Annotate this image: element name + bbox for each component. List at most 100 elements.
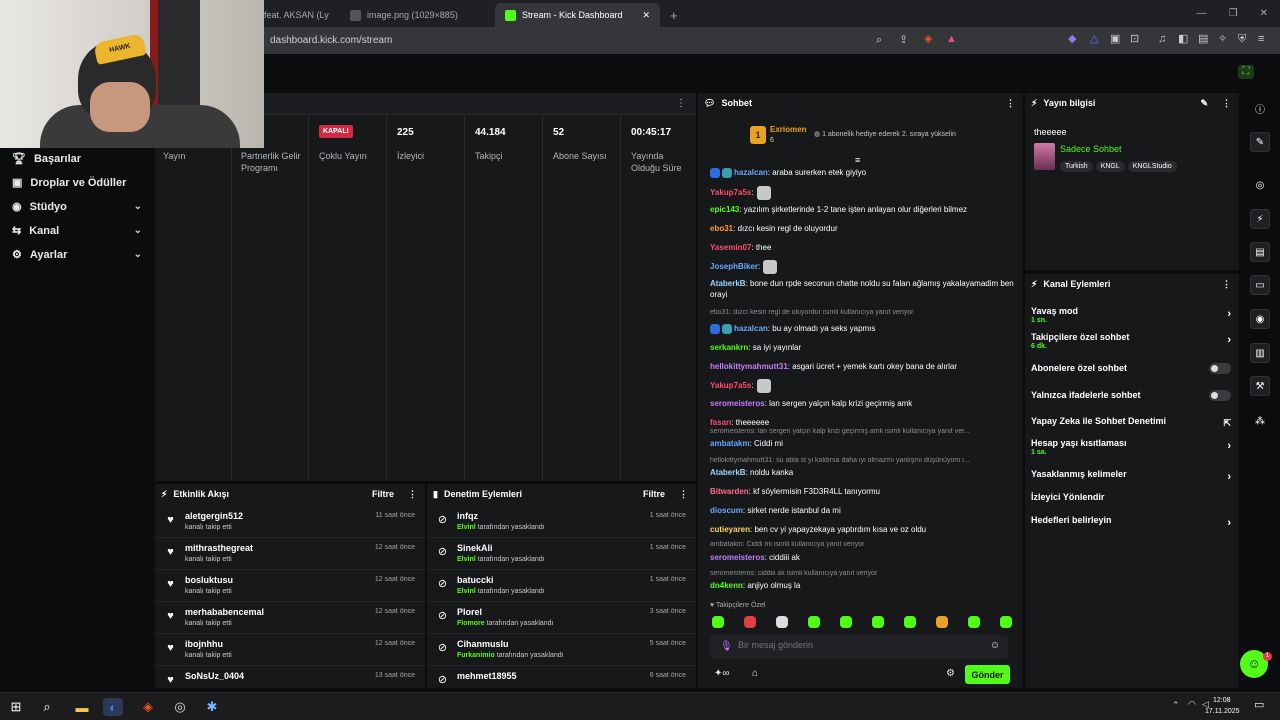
share-icon[interactable]: ⇪ xyxy=(899,34,908,46)
banned-user[interactable]: Plorel xyxy=(457,607,482,617)
emote-icon[interactable] xyxy=(712,616,724,628)
windows-start-icon[interactable]: ⊞ xyxy=(6,698,26,716)
sidebar-item-studio[interactable]: ◉ Stüdyo ⌄ xyxy=(12,200,142,214)
moderation-row[interactable]: ⊘ batuccki Elvinl tarafından yasaklandı 1 s… xyxy=(427,570,696,602)
emote-icon[interactable] xyxy=(904,616,916,628)
chat-username[interactable]: Yakup7a5s xyxy=(710,188,751,197)
emote-icon[interactable] xyxy=(872,616,884,628)
chat-message[interactable]: Bitwarden: kf söylermisin F3D3R4LL tanıy… xyxy=(710,486,1015,497)
rewards-icon[interactable]: ▲ xyxy=(946,33,957,45)
chat-icon[interactable]: ▭ xyxy=(1250,275,1270,295)
new-tab-button[interactable]: + xyxy=(660,3,688,27)
notifications-icon[interactable]: ▭ xyxy=(1254,698,1264,711)
wallet-icon[interactable]: ▤ xyxy=(1198,33,1208,45)
search-icon[interactable]: ⌕ xyxy=(37,698,57,716)
activity-row[interactable]: ♥ mithrasthegreat kanalı takip etti 12 saat… xyxy=(155,538,425,570)
emote-icon[interactable] xyxy=(744,616,756,628)
filter-button[interactable]: Filtre xyxy=(643,489,665,499)
moderation-row[interactable]: ⊘ infqz Elvinl tarafından yasaklandı 1 saat… xyxy=(427,506,696,538)
reply-context[interactable]: ambatakm: Ciddi mi isimli kullanıcıya ya… xyxy=(710,541,1015,548)
tag[interactable]: Turkish xyxy=(1060,161,1093,172)
moderator-name[interactable]: Furkanimio xyxy=(457,652,495,659)
file-explorer-icon[interactable]: ▬ xyxy=(72,698,92,716)
moderation-row[interactable]: ⊘ Plorel Flomore tarafından yasaklandı 3 sa… xyxy=(427,602,696,634)
points-icon[interactable]: ✦∞ xyxy=(714,668,730,679)
layout-icon[interactable]: ▥ xyxy=(1250,343,1270,363)
activity-icon[interactable]: ▤ xyxy=(1250,242,1270,262)
banned-user[interactable]: SinekAli xyxy=(457,543,493,553)
maximize-icon[interactable]: ❐ xyxy=(1229,8,1238,19)
activity-row[interactable]: ♥ aletgergin512 kanalı takip etti 11 saat ö… xyxy=(155,506,425,538)
chat-message[interactable]: hazalcan: bu ay olmadı ya seks yapmıs xyxy=(710,323,1015,334)
chat-username[interactable]: seromeisteros xyxy=(710,553,765,562)
send-button[interactable]: Gönder xyxy=(965,665,1010,684)
clock-time[interactable]: 12:08 xyxy=(1213,697,1231,704)
minimize-icon[interactable]: — xyxy=(1197,8,1207,19)
discord-icon[interactable]: ◐ xyxy=(103,698,123,716)
emote-icon[interactable] xyxy=(840,616,852,628)
tab-image[interactable]: image.png (1029×885) xyxy=(340,3,495,27)
extension-icon[interactable]: ⊡ xyxy=(1130,33,1139,45)
vpn-icon[interactable]: △ xyxy=(1090,33,1098,45)
chat-username[interactable]: ebo31 xyxy=(710,224,733,233)
ai-moderation-option[interactable]: Yapay Zeka ile Sohbet Denetimi ⇱ xyxy=(1031,416,1231,428)
chat-message[interactable]: hazalcan: araba surerken etek giyiyo xyxy=(710,167,1015,178)
moderation-row[interactable]: ⊘ Cihanmuslu Furkanimio tarafından yasakla… xyxy=(427,634,696,666)
banned-words-option[interactable]: Yasaklanmış kelimeler › xyxy=(1031,469,1231,483)
close-window-icon[interactable]: ✕ xyxy=(1260,8,1268,19)
gear-icon[interactable]: ⚙ xyxy=(946,668,955,679)
url-input[interactable]: dashboard.kick.com/stream xyxy=(270,35,392,46)
chat-message[interactable]: seromeisteros: ciddiii ak xyxy=(710,552,1015,563)
chat-message[interactable]: hellokittymahmutt31: asgari ücret + yeme… xyxy=(710,361,1015,372)
chat-message-input[interactable] xyxy=(738,640,978,650)
activity-user[interactable]: ibojnhhu xyxy=(185,639,223,649)
kick-studio-icon[interactable]: ⛶ xyxy=(1238,65,1254,79)
chat-username[interactable]: cutieyaren xyxy=(710,525,750,534)
chat-username[interactable]: Bitwarden xyxy=(710,487,749,496)
bolt-icon[interactable]: ⚡︎ xyxy=(1250,209,1270,229)
menu-icon[interactable]: ≡ xyxy=(1258,33,1264,45)
activity-user[interactable]: aletgergin512 xyxy=(185,511,243,521)
activity-user[interactable]: merhababencemal xyxy=(185,607,264,617)
tab-kick-dashboard[interactable]: Stream - Kick Dashboard ✕ xyxy=(495,3,660,27)
chat-message[interactable]: serkankrn: sa iyi yayınlar xyxy=(710,342,1015,353)
chat-username[interactable]: AtaberkB xyxy=(710,468,746,477)
edit-icon[interactable]: ✎ xyxy=(1250,132,1270,152)
emote-icon[interactable] xyxy=(968,616,980,628)
broadcast-icon[interactable]: ◉ xyxy=(1250,309,1270,329)
zoom-icon[interactable]: ⌕ xyxy=(876,34,882,46)
banned-user[interactable]: mehmet18955 xyxy=(457,671,517,681)
reply-context[interactable]: hellokittymahmutt31: su abla st yi kaldı… xyxy=(710,457,1015,464)
chat-username[interactable]: hazalcan xyxy=(734,324,768,333)
chat-username[interactable]: dioscum xyxy=(710,506,743,515)
extension-icon[interactable]: ◆ xyxy=(1068,33,1076,45)
chat-message[interactable]: seromeisteros: lan sergen yalçın kalp kr… xyxy=(710,398,1015,409)
chat-message[interactable]: Yakup7a5s: xyxy=(710,186,1015,200)
store-icon[interactable]: ⌂ xyxy=(752,668,758,679)
reply-context[interactable]: seromeisteros: lan sergen yalçın kalp kr… xyxy=(710,428,1015,435)
emoji-icon[interactable]: ☺ xyxy=(990,640,1000,651)
followers-only-option[interactable]: Takipçilere özel sohbet 6 dk. › xyxy=(1031,332,1231,350)
subscribers-only-toggle[interactable] xyxy=(1209,363,1231,374)
sidebar-icon[interactable]: ◧ xyxy=(1178,33,1188,45)
network-icon[interactable]: ◠ xyxy=(1188,699,1196,710)
emote-icon[interactable] xyxy=(936,616,948,628)
extension-icon[interactable]: ▣ xyxy=(1110,33,1120,45)
chat-username[interactable]: dn4kenn xyxy=(710,581,743,590)
more-icon[interactable]: ⋮ xyxy=(1222,279,1231,290)
tag[interactable]: KNGLStudio xyxy=(1127,161,1177,172)
shield-icon[interactable]: ⛨ xyxy=(1238,33,1246,45)
category-name[interactable]: Sadece Sohbet xyxy=(1060,144,1122,154)
chat-username[interactable]: fasarı xyxy=(710,418,731,427)
more-icon[interactable]: ⋮ xyxy=(676,98,686,109)
account-age-option[interactable]: Hesap yaşı kısıtlaması 1 sa. › xyxy=(1031,438,1231,456)
clock-date[interactable]: 17.11.2025 xyxy=(1205,708,1240,715)
activity-user[interactable]: SoNsUz_0404 xyxy=(185,671,244,681)
camera-icon[interactable]: ◎ xyxy=(1250,175,1270,195)
emote-icon[interactable] xyxy=(776,616,788,628)
chat-message[interactable]: AtaberkB: noldu kanka xyxy=(710,467,1015,478)
chat-username[interactable]: JosephBiker xyxy=(710,262,758,271)
chat-username[interactable]: serkankrn xyxy=(710,343,748,352)
chat-message[interactable]: epic143: yazılım şirketlerinde 1-2 tane … xyxy=(710,204,1015,215)
tag[interactable]: KNGL xyxy=(1095,161,1125,172)
